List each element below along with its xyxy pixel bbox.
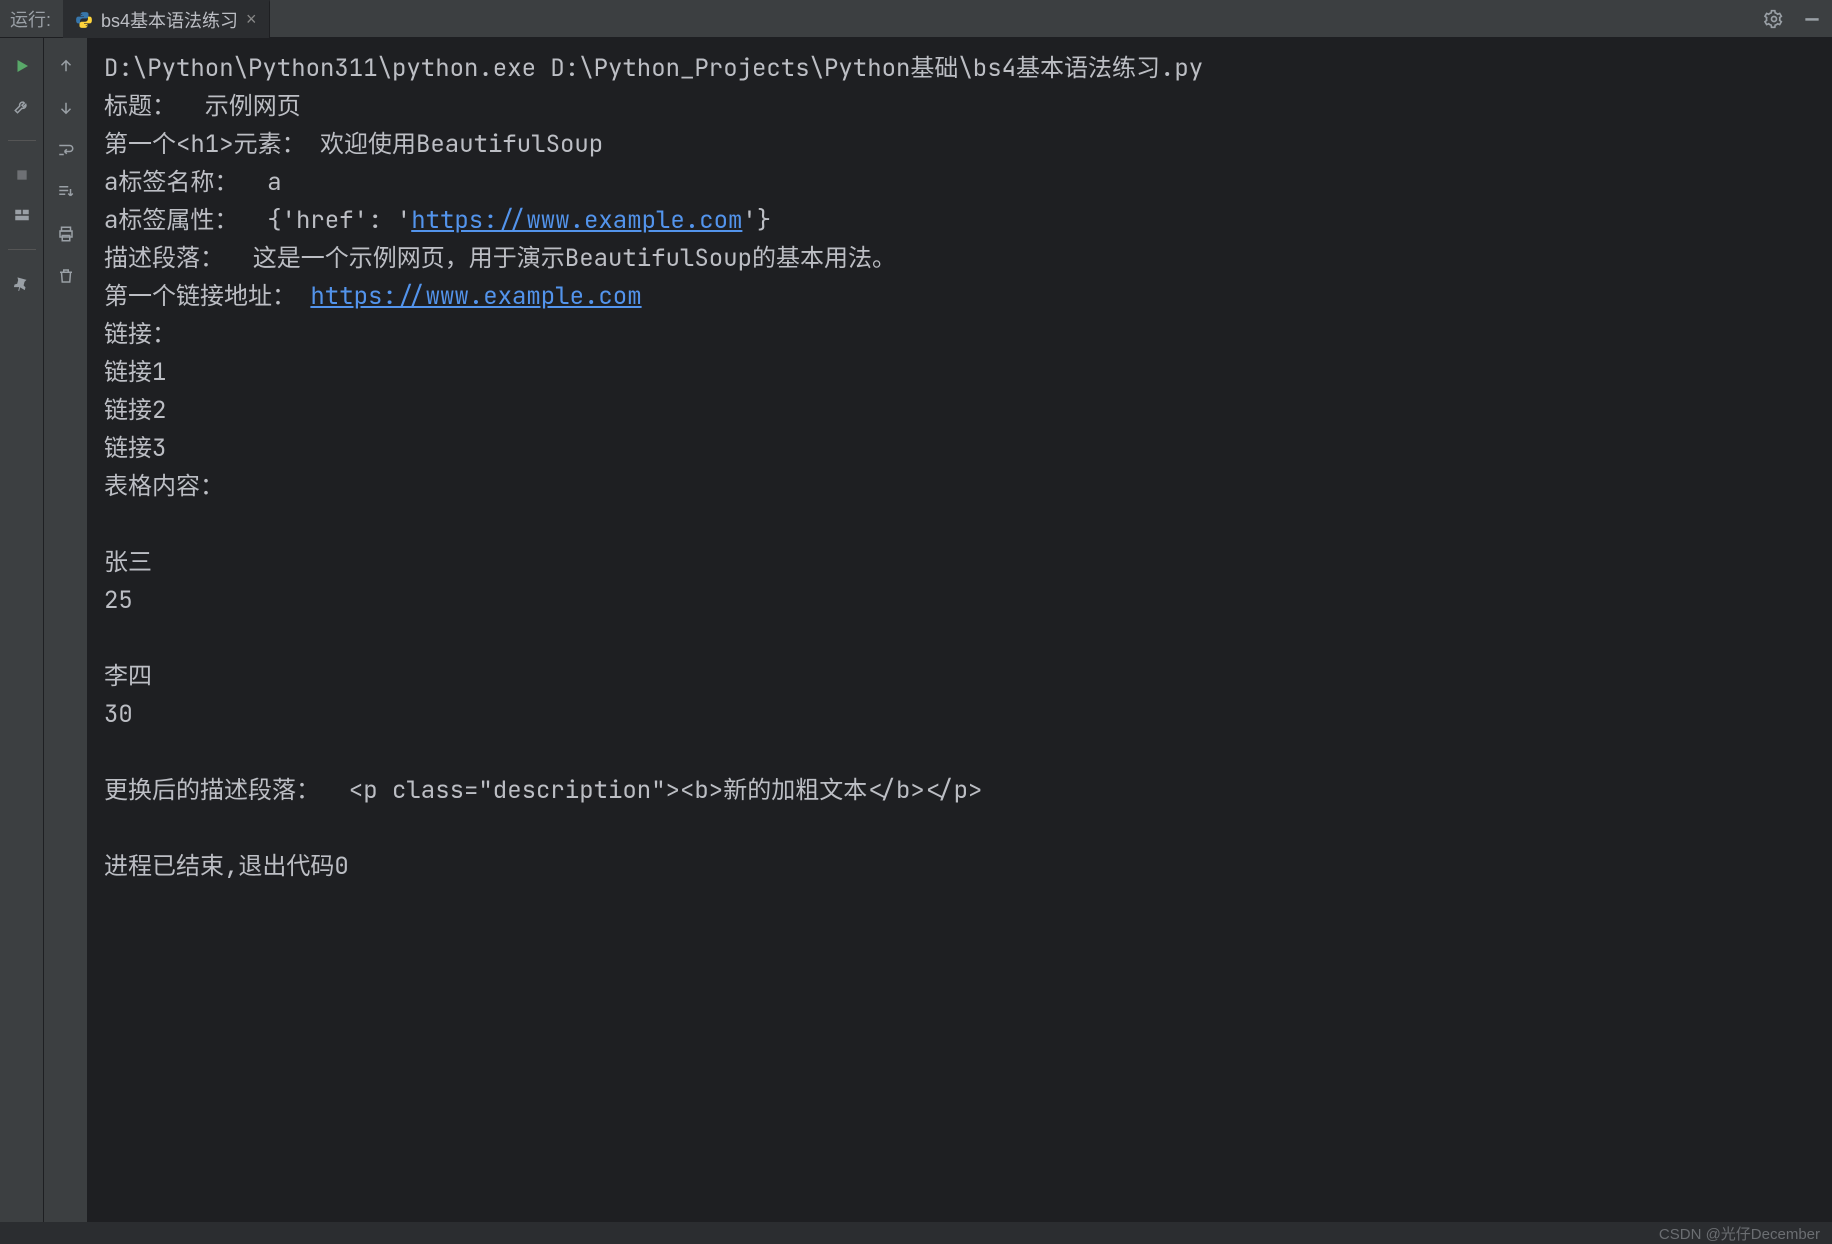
- minimize-icon[interactable]: [1802, 9, 1822, 29]
- output-line: [104, 506, 1816, 544]
- scroll-up-icon[interactable]: [56, 56, 76, 76]
- watermark: CSDN @光仔December: [1659, 1223, 1820, 1244]
- left-sidebar: [0, 38, 44, 1222]
- close-icon[interactable]: ×: [246, 9, 257, 30]
- run-label: 运行:: [10, 6, 51, 32]
- output-line: 标题： 示例网页: [104, 88, 1816, 126]
- wrench-icon[interactable]: [12, 96, 32, 116]
- footer: CSDN @光仔December: [0, 1222, 1832, 1244]
- gear-icon[interactable]: [1764, 9, 1784, 29]
- console-output[interactable]: D:\Python\Python311\python.exe D:\Python…: [88, 38, 1832, 1222]
- scroll-to-end-icon[interactable]: [56, 182, 76, 202]
- url-link[interactable]: https://www.example.com: [310, 281, 641, 312]
- output-line: 李四: [104, 658, 1816, 696]
- print-icon[interactable]: [56, 224, 76, 244]
- output-line: 张三: [104, 544, 1816, 582]
- output-line: a标签名称： a: [104, 164, 1816, 202]
- output-line: [104, 734, 1816, 772]
- tab-title: bs4基本语法练习: [101, 7, 238, 33]
- scroll-down-icon[interactable]: [56, 98, 76, 118]
- output-line: [104, 620, 1816, 658]
- console-gutter: [44, 38, 88, 1222]
- output-line: [104, 810, 1816, 848]
- output-line: 链接：: [104, 316, 1816, 354]
- output-line: 30: [104, 696, 1816, 734]
- output-line: D:\Python\Python311\python.exe D:\Python…: [104, 50, 1816, 88]
- run-tab[interactable]: bs4基本语法练习 ×: [63, 0, 270, 38]
- trash-icon[interactable]: [56, 266, 76, 286]
- output-line: 25: [104, 582, 1816, 620]
- python-icon: [75, 11, 93, 29]
- pin-icon[interactable]: [12, 274, 32, 294]
- output-line: 进程已结束,退出代码0: [104, 848, 1816, 886]
- output-line: 表格内容：: [104, 468, 1816, 506]
- output-line: 更换后的描述段落： <p class="description"><b>新的加粗…: [104, 772, 1816, 810]
- output-line: a标签属性： {'href': 'https://www.example.com…: [104, 202, 1816, 240]
- top-bar: 运行: bs4基本语法练习 ×: [0, 0, 1832, 38]
- output-line: 描述段落： 这是一个示例网页，用于演示BeautifulSoup的基本用法。: [104, 240, 1816, 278]
- soft-wrap-icon[interactable]: [56, 140, 76, 160]
- output-line: 第一个<h1>元素： 欢迎使用BeautifulSoup: [104, 126, 1816, 164]
- output-line: 链接1: [104, 354, 1816, 392]
- run-icon[interactable]: [12, 56, 32, 76]
- output-line: 第一个链接地址： https://www.example.com: [104, 278, 1816, 316]
- output-line: 链接3: [104, 430, 1816, 468]
- stop-icon[interactable]: [12, 165, 32, 185]
- url-link[interactable]: https://www.example.com: [411, 205, 742, 236]
- layout-icon[interactable]: [12, 205, 32, 225]
- output-line: 链接2: [104, 392, 1816, 430]
